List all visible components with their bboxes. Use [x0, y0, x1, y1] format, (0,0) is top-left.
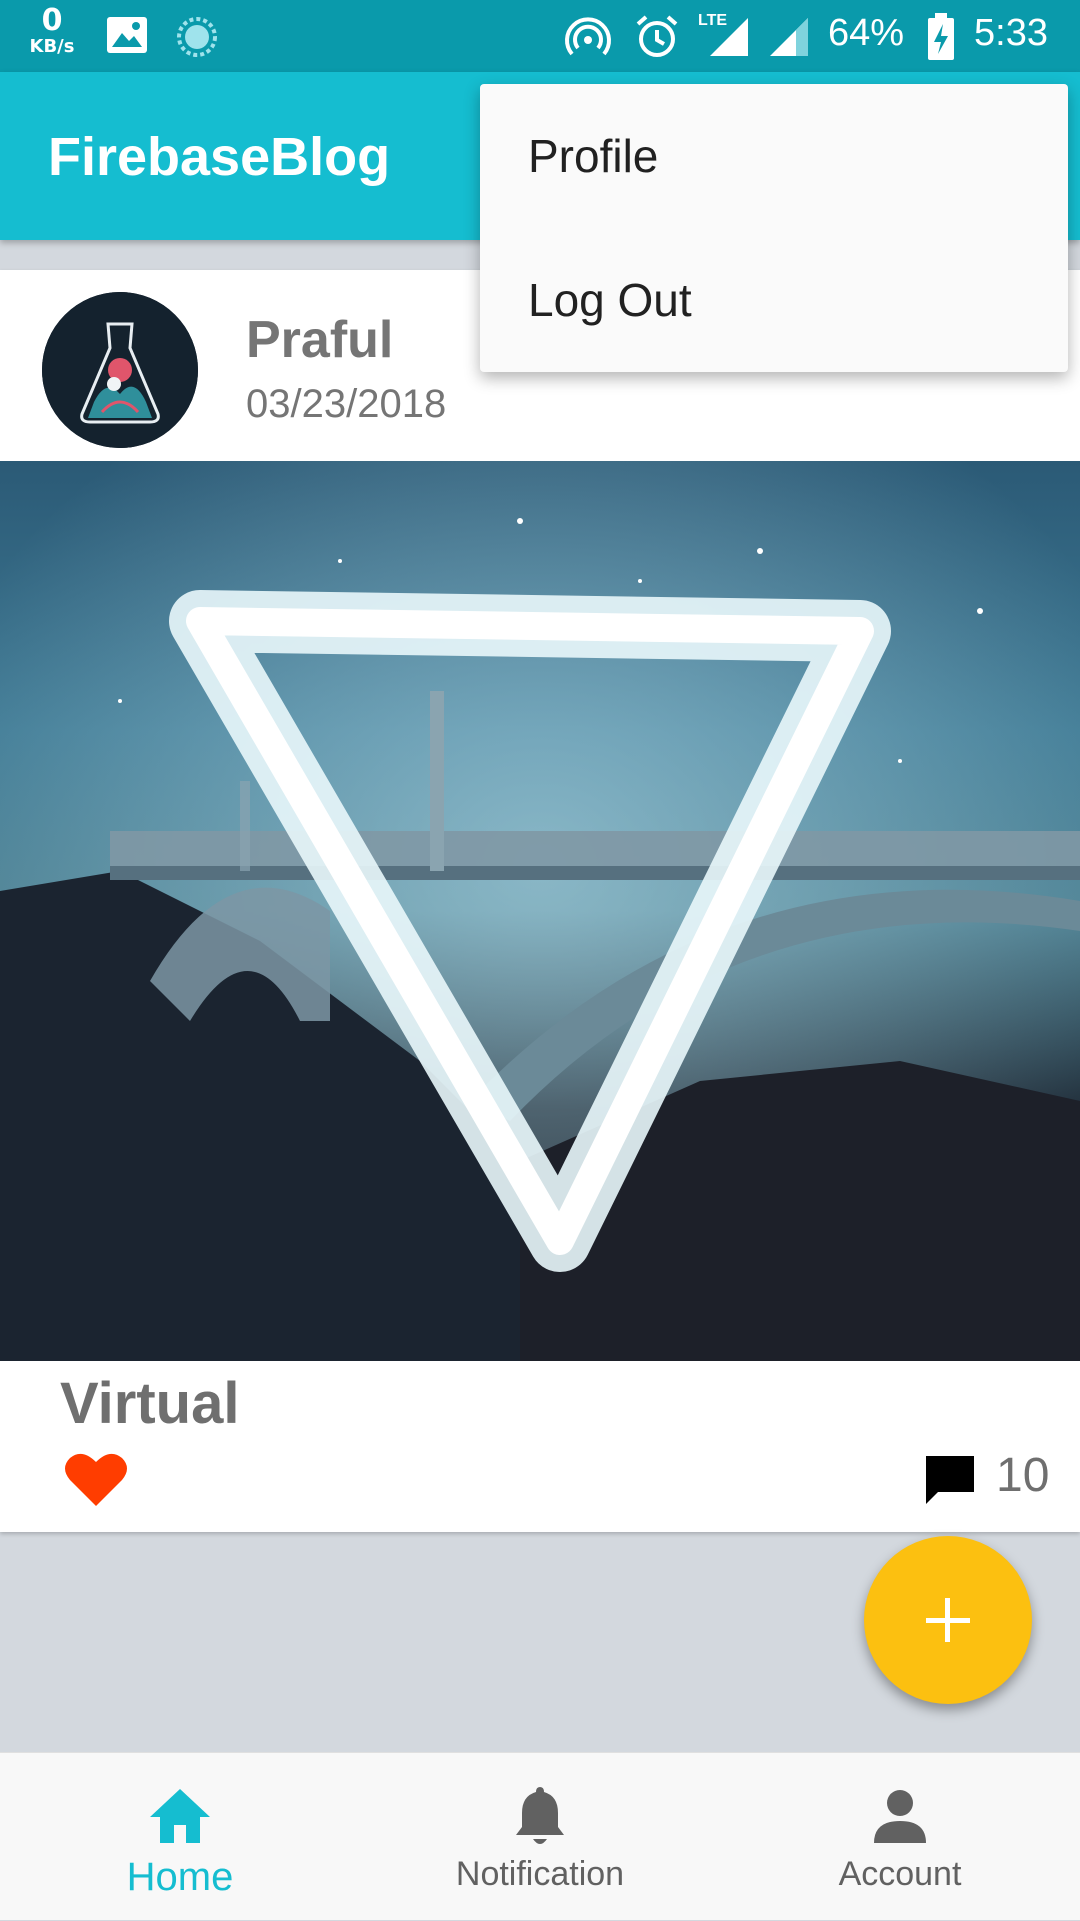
hotspot-icon — [565, 17, 611, 56]
nav-item-notification[interactable]: Notification — [360, 1753, 720, 1921]
menu-item-log-out[interactable]: Log Out — [480, 228, 1068, 372]
add-post-button[interactable] — [864, 1536, 1032, 1704]
post-author[interactable]: Praful — [246, 310, 393, 370]
nav-label-notification: Notification — [455, 1855, 625, 1893]
bell-icon — [516, 1787, 564, 1844]
post-title: Virtual — [60, 1371, 240, 1436]
sync-progress-icon — [177, 17, 217, 57]
net-speed-value: 0 — [41, 3, 63, 38]
signal-icon — [770, 18, 808, 56]
net-speed-indicator: 0 KB/s — [22, 6, 82, 56]
bottom-navigation: Home Notification Account — [0, 1752, 1080, 1920]
like-heart-icon[interactable] — [64, 1450, 128, 1508]
nav-label-home: Home — [126, 1855, 234, 1899]
nav-label-account: Account — [838, 1855, 962, 1893]
clock: 5:33 — [974, 12, 1048, 54]
app-title: FirebaseBlog — [48, 127, 391, 187]
battery-charging-icon — [928, 13, 954, 60]
comment-count: 10 — [996, 1449, 1050, 1502]
gallery-icon — [107, 17, 147, 53]
nav-item-account[interactable]: Account — [720, 1753, 1080, 1921]
home-icon — [150, 1789, 210, 1843]
post-date: 03/23/2018 — [246, 382, 447, 426]
avatar-artwork — [42, 292, 198, 448]
nav-item-home[interactable]: Home — [0, 1753, 360, 1921]
post-image-artwork — [0, 461, 1080, 1361]
lte-signal-icon — [710, 18, 748, 56]
net-speed-unit: KB/s — [29, 36, 75, 57]
menu-item-profile[interactable]: Profile — [480, 84, 1068, 228]
status-bar: 0 KB/s LTE 64% 5:33 — [0, 0, 1080, 72]
battery-percent: 64% — [828, 12, 905, 54]
person-icon — [874, 1790, 926, 1843]
overflow-menu: Profile Log Out — [480, 84, 1068, 372]
author-avatar[interactable] — [42, 292, 198, 448]
alarm-icon — [636, 15, 678, 57]
post-card[interactable]: Praful 03/23/2018 Virtual 10 — [0, 270, 1080, 1532]
comment-icon[interactable] — [922, 1452, 978, 1508]
post-image[interactable] — [0, 461, 1080, 1361]
